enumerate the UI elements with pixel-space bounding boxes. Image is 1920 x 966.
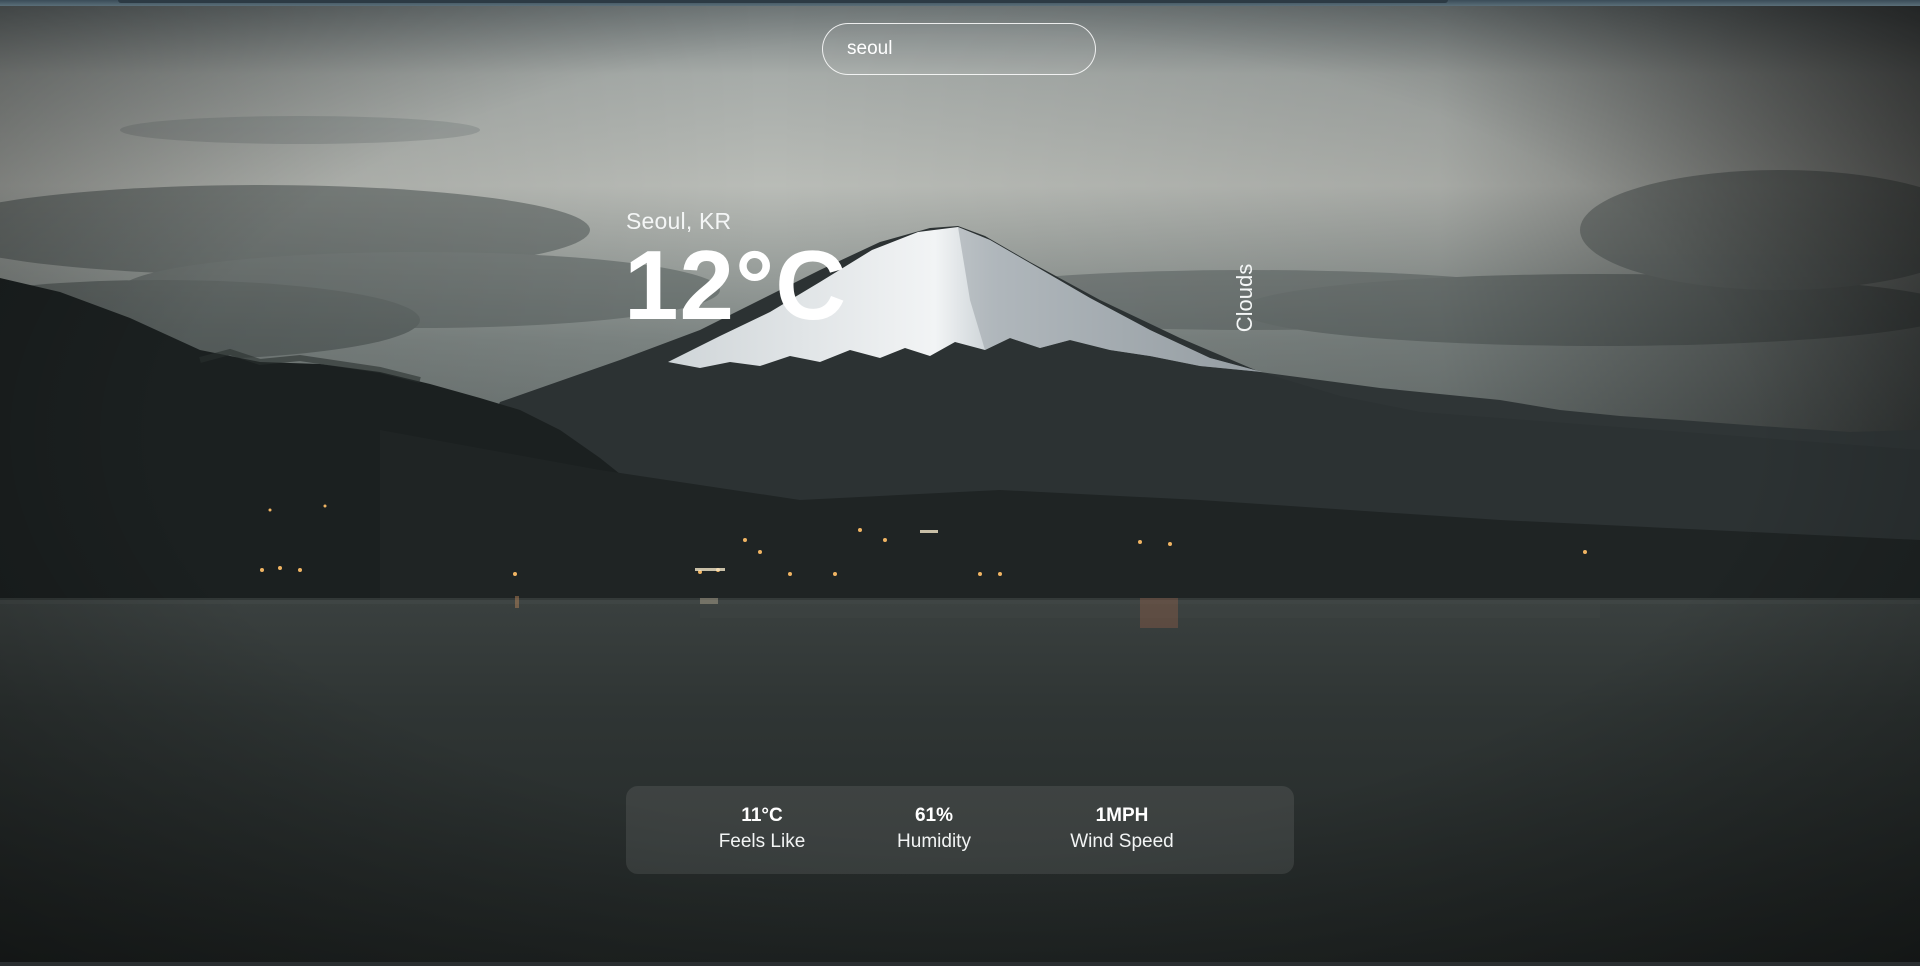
top-edge-strip [118, 0, 1448, 3]
browser-top-edge [0, 0, 1920, 6]
wind-speed-label: Wind Speed [1070, 831, 1174, 852]
weather-condition: Clouds [1232, 263, 1257, 333]
humidity-value: 61% [914, 805, 954, 826]
humidity-label: Humidity [897, 831, 971, 852]
stat-feels-like: 11°C Feels Like [702, 804, 822, 856]
condition-container: Clouds [1220, 258, 1270, 338]
feels-like-value: 11°C [741, 805, 783, 826]
feels-like-label: Feels Like [718, 831, 806, 852]
search-input[interactable] [822, 23, 1096, 75]
stat-wind-speed: 1MPH Wind Speed [1047, 804, 1197, 856]
bottom-edge [0, 962, 1920, 966]
stat-humidity: 61% Humidity [874, 804, 994, 856]
stats-panel: 11°C Feels Like 61% Humidity 1MPH Wind S… [626, 786, 1294, 874]
wind-speed-value: 1MPH [1095, 805, 1149, 826]
temperature-value: 12°C [624, 230, 847, 340]
